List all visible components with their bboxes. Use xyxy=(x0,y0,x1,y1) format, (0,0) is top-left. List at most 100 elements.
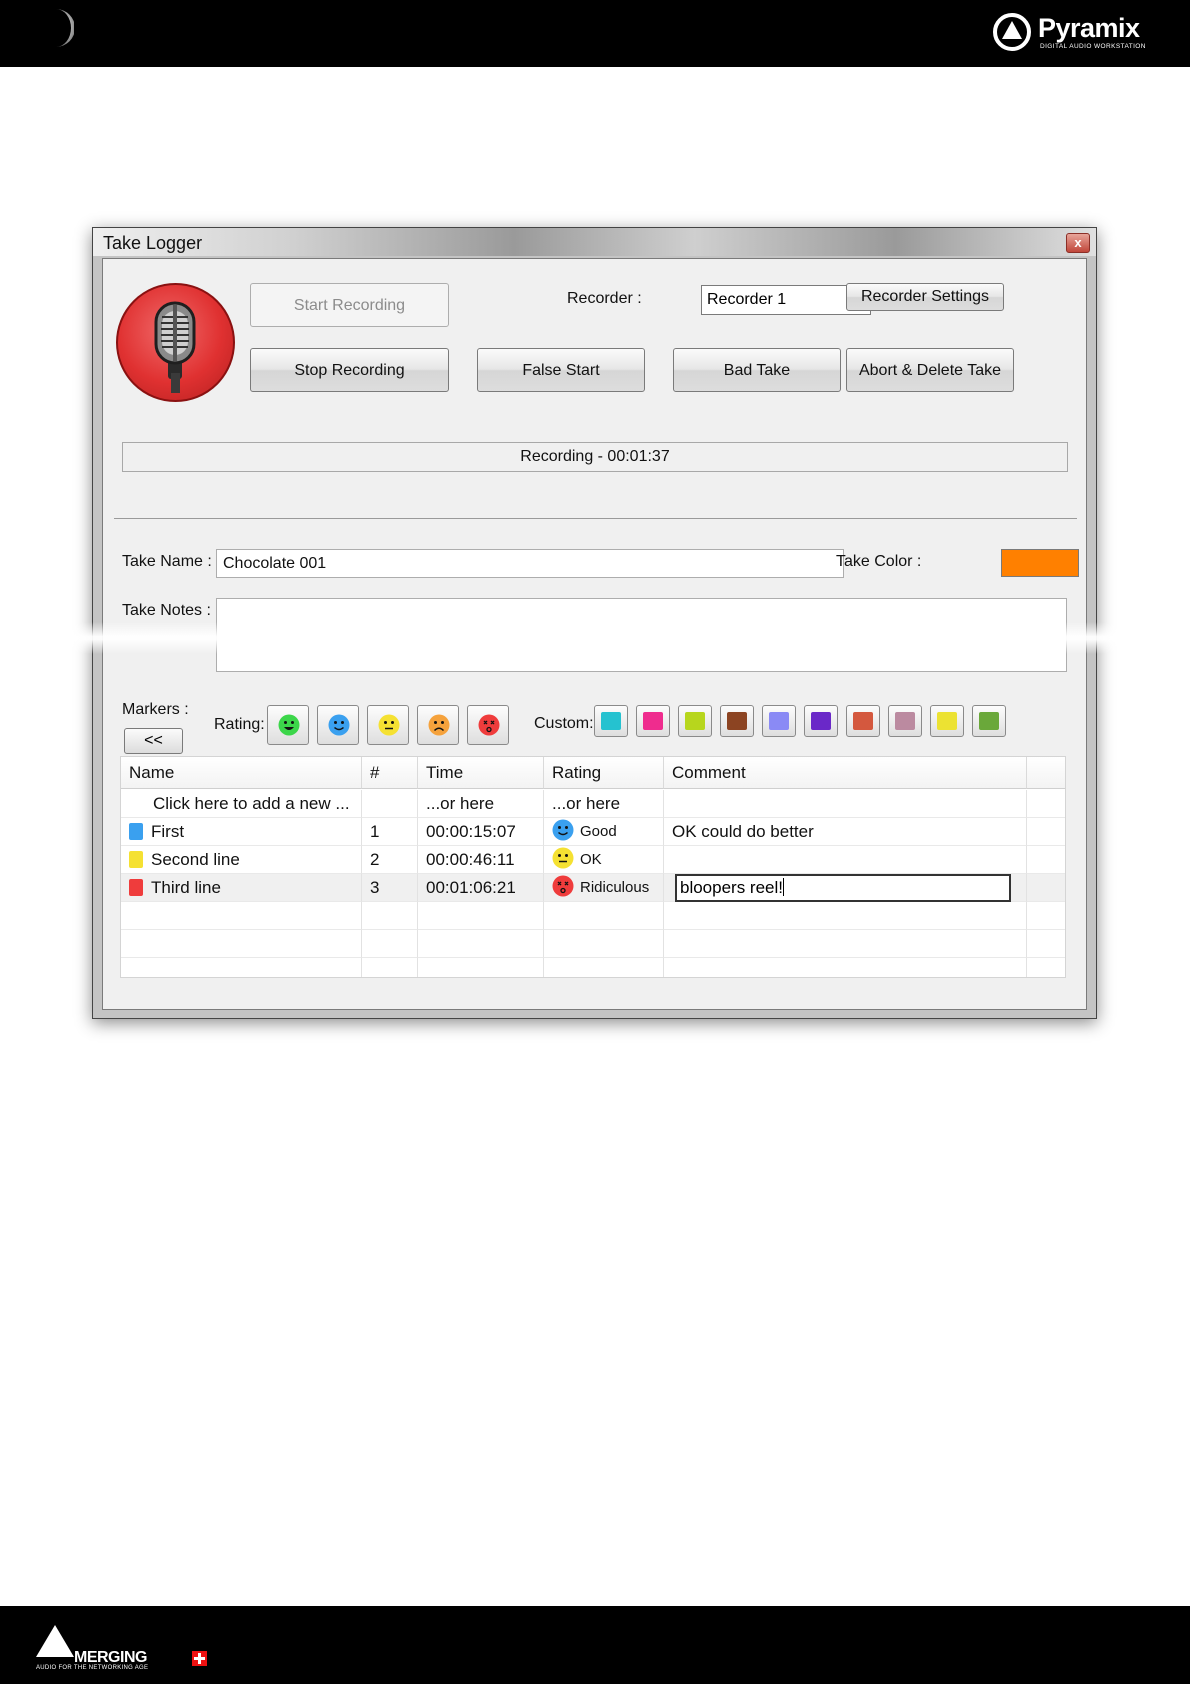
empty-grid-cell[interactable] xyxy=(664,958,1027,977)
custom-color-button-3[interactable] xyxy=(678,705,712,737)
table-row-comment-cell[interactable] xyxy=(664,846,1027,874)
marker-color-icon xyxy=(129,879,143,896)
custom-color-button-7[interactable] xyxy=(846,705,880,737)
bad-take-button[interactable]: Bad Take xyxy=(673,348,841,392)
custom-color-button-8[interactable] xyxy=(888,705,922,737)
rating-button-1[interactable] xyxy=(267,705,309,745)
rating-button-3[interactable] xyxy=(367,705,409,745)
empty-grid-cell[interactable] xyxy=(664,930,1027,958)
take-color-label: Take Color : xyxy=(836,553,922,570)
table-row-rating-cell[interactable]: Ridiculous xyxy=(544,874,664,902)
pyramix-tagline: DIGITAL AUDIO WORKSTATION xyxy=(1040,43,1146,50)
color-swatch xyxy=(853,712,873,730)
marker-color-icon xyxy=(129,851,143,868)
window-client-area: Start Recording Recorder : Recorder 1 Re… xyxy=(102,258,1087,1010)
empty-grid-cell[interactable] xyxy=(362,902,418,930)
table-row-spacer-cell xyxy=(1027,874,1065,902)
rating-label: Rating: xyxy=(214,716,265,733)
dead-face-icon xyxy=(552,875,574,897)
false-start-button[interactable]: False Start xyxy=(477,348,645,392)
custom-color-button-4[interactable] xyxy=(720,705,754,737)
table-row-rating-cell[interactable]: OK xyxy=(544,846,664,874)
empty-grid-cell[interactable] xyxy=(418,930,544,958)
color-swatch xyxy=(769,712,789,730)
stop-recording-button[interactable]: Stop Recording xyxy=(250,348,449,392)
pyramix-logo: Pyramix DIGITAL AUDIO WORKSTATION xyxy=(992,12,1172,54)
column-header-time[interactable]: Time xyxy=(418,757,544,789)
take-name-label: Take Name : xyxy=(122,553,212,570)
close-button[interactable]: x xyxy=(1066,233,1090,253)
take-row-name: Third line xyxy=(151,878,221,897)
table-row-number-cell[interactable]: 1 xyxy=(362,818,418,846)
column-header-rating[interactable]: Rating xyxy=(544,757,664,789)
empty-grid-cell[interactable] xyxy=(418,902,544,930)
custom-color-button-2[interactable] xyxy=(636,705,670,737)
text-caret xyxy=(783,878,785,896)
recorder-settings-button[interactable]: Recorder Settings xyxy=(846,283,1004,311)
empty-grid-cell[interactable] xyxy=(664,902,1027,930)
take-color-swatch[interactable] xyxy=(1001,549,1079,577)
empty-grid-cell[interactable] xyxy=(362,930,418,958)
color-swatch xyxy=(811,712,831,730)
empty-grid-cell[interactable] xyxy=(121,930,362,958)
rating-button-4[interactable] xyxy=(417,705,459,745)
table-row-name-cell[interactable]: Third line xyxy=(121,874,362,902)
microphone-icon xyxy=(116,283,235,402)
table-row-number-cell[interactable]: 3 xyxy=(362,874,418,902)
empty-grid-cell[interactable] xyxy=(544,902,664,930)
take-row-name: Second line xyxy=(151,850,240,869)
table-row-rating-cell[interactable]: Good xyxy=(544,818,664,846)
rating-text: OK xyxy=(580,851,602,868)
color-swatch xyxy=(937,712,957,730)
custom-color-button-9[interactable] xyxy=(930,705,964,737)
neutral-face-icon xyxy=(378,714,400,736)
empty-grid-cell[interactable] xyxy=(362,958,418,977)
comment-edit-input[interactable]: bloopers reel! xyxy=(675,874,1011,902)
add-row-rating-cell[interactable]: ...or here xyxy=(544,790,664,818)
footer-bar: MERGING AUDIO FOR THE NETWORKING AGE xyxy=(0,1606,1190,1684)
custom-color-button-10[interactable] xyxy=(972,705,1006,737)
title-bar[interactable]: Take Logger x xyxy=(93,228,1096,256)
recorder-label: Recorder : xyxy=(567,290,642,307)
take-notes-textarea[interactable] xyxy=(216,598,1067,672)
custom-color-button-6[interactable] xyxy=(804,705,838,737)
merging-logo-icon xyxy=(36,1625,74,1657)
abort-delete-take-button[interactable]: Abort & Delete Take xyxy=(846,348,1014,392)
start-recording-button[interactable]: Start Recording xyxy=(250,283,449,327)
markers-back-button[interactable]: << xyxy=(124,728,183,754)
color-swatch xyxy=(643,712,663,730)
color-swatch xyxy=(979,712,999,730)
table-row-time-cell[interactable]: 00:00:46:11 xyxy=(418,846,544,874)
empty-grid-cell[interactable] xyxy=(121,958,362,977)
recording-status-bar: Recording - 00:01:37 xyxy=(122,442,1068,472)
add-row-number-cell[interactable] xyxy=(362,790,418,818)
rating-text: Ridiculous xyxy=(580,879,650,896)
table-row-name-cell[interactable]: Second line xyxy=(121,846,362,874)
column-header-number[interactable]: # xyxy=(362,757,418,789)
custom-color-button-5[interactable] xyxy=(762,705,796,737)
empty-grid-cell[interactable] xyxy=(418,958,544,977)
custom-label: Custom: xyxy=(534,715,594,732)
empty-grid-cell[interactable] xyxy=(544,958,664,977)
empty-grid-cell xyxy=(1027,902,1065,930)
empty-grid-cell[interactable] xyxy=(121,902,362,930)
markers-label: Markers : xyxy=(122,701,189,718)
happy-face-icon xyxy=(552,819,574,841)
take-logger-window: Take Logger x Start Recording Recorder :… xyxy=(92,227,1097,1019)
rating-button-5[interactable] xyxy=(467,705,509,745)
empty-grid-cell[interactable] xyxy=(544,930,664,958)
merging-tagline: AUDIO FOR THE NETWORKING AGE xyxy=(36,1665,149,1671)
table-row-name-cell[interactable]: First xyxy=(121,818,362,846)
rating-button-2[interactable] xyxy=(317,705,359,745)
add-row-comment-cell[interactable] xyxy=(664,790,1027,818)
column-header-comment[interactable]: Comment xyxy=(664,757,1027,789)
table-row-time-cell[interactable]: 00:00:15:07 xyxy=(418,818,544,846)
add-row-name-cell[interactable]: Click here to add a new ... xyxy=(121,790,362,818)
add-row-time-cell[interactable]: ...or here xyxy=(418,790,544,818)
column-header-name[interactable]: Name xyxy=(121,757,362,789)
take-name-input[interactable]: Chocolate 001 xyxy=(216,549,844,578)
table-row-number-cell[interactable]: 2 xyxy=(362,846,418,874)
table-row-time-cell[interactable]: 00:01:06:21 xyxy=(418,874,544,902)
table-row-comment-cell[interactable]: OK could do better xyxy=(664,818,1027,846)
custom-color-button-1[interactable] xyxy=(594,705,628,737)
